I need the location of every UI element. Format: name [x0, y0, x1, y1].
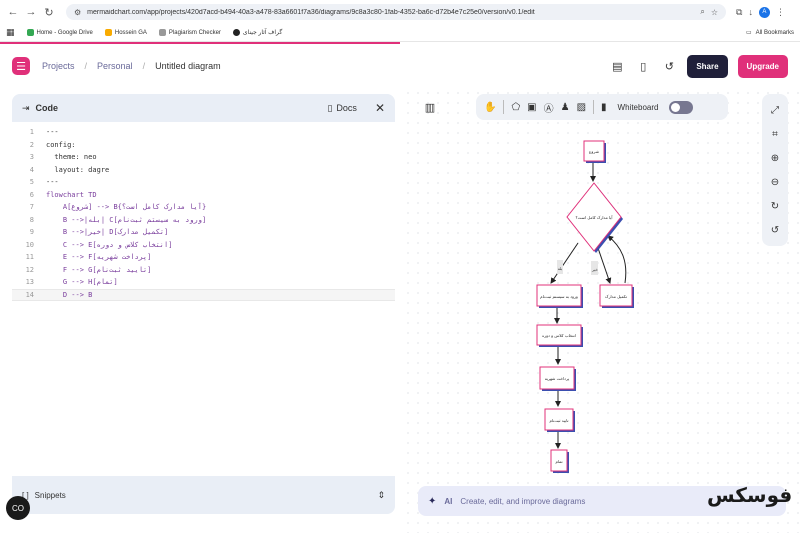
address-bar[interactable]: ⚙ mermaidchart.com/app/projects/420d7acd… — [66, 4, 726, 20]
bookmarks-bar: ▦ Home - Google Drive Hossein GA Plagiar… — [0, 24, 800, 42]
apps-grid-icon[interactable]: ▦ — [6, 27, 15, 38]
code-icon: ⇥ — [22, 102, 30, 113]
whiteboard-label: Whiteboard — [617, 102, 659, 112]
profile-avatar[interactable]: A — [758, 6, 770, 18]
code-line: D --> B — [46, 290, 93, 299]
chevron-updown-icon[interactable]: ⇕ — [377, 490, 385, 501]
close-icon[interactable]: ✕ — [375, 101, 385, 115]
undo-icon[interactable]: ↺ — [771, 225, 779, 236]
diagram-canvas[interactable]: بله خیر شروع آیا مدارک کامل است؟ ورود به… — [403, 88, 800, 533]
code-line: --- — [46, 178, 59, 187]
drive-icon — [26, 29, 34, 36]
canvas-toolbar: ✋ ⬠ ▣ Ⓐ ♟ ▨ ▮ Whiteboard — [476, 94, 728, 120]
app-header: ☰ Projects / Personal / Untitled diagram… — [0, 44, 800, 88]
breadcrumb-personal[interactable]: Personal — [97, 61, 133, 71]
ai-prompt-input[interactable]: Create, edit, and improve diagrams — [460, 497, 585, 506]
flowchart-diagram: بله خیر شروع آیا مدارک کامل است؟ ورود به… — [536, 140, 634, 473]
code-line: E --> F[پرداخت شهریه] — [46, 253, 152, 262]
site-info-icon[interactable]: ⚙ — [74, 8, 81, 17]
expand-icon[interactable]: ⤢ — [771, 105, 779, 116]
code-line: --- — [46, 128, 59, 137]
bookmark-star-icon[interactable]: ☆ — [711, 8, 718, 17]
browser-menu-icon[interactable]: ⋮ — [776, 7, 785, 18]
code-line: config: — [46, 140, 76, 149]
code-line: theme: neo — [46, 153, 97, 162]
zoom-icon[interactable]: ⌕ — [700, 7, 704, 17]
breadcrumb-projects[interactable]: Projects — [42, 61, 75, 71]
floating-co-button[interactable]: CO — [6, 496, 30, 520]
edge-label-yes: بله — [558, 266, 563, 271]
image-icon[interactable]: ▨ — [577, 102, 586, 113]
code-panel-header: ⇥ Code ▯ Docs ✕ — [12, 94, 395, 122]
zoom-out-icon[interactable]: ⊖ — [771, 177, 779, 188]
reload-icon[interactable]: ↻ — [42, 5, 56, 19]
node-h-label: تمام — [555, 459, 562, 464]
edge-b-d — [597, 247, 612, 284]
breadcrumb: Projects / Personal / Untitled diagram — [42, 61, 221, 71]
code-editor[interactable]: 1 --- 2 config: 3 theme: neo 4 layout: dag… — [12, 122, 395, 476]
docs-button[interactable]: ▯ Docs — [327, 103, 356, 114]
menu-icon[interactable]: ☰ — [12, 57, 30, 75]
node-c-label: ورود به سیستم ثبت‌نام — [540, 294, 578, 299]
ai-label: AI — [444, 496, 453, 506]
redo-icon[interactable]: ↻ — [771, 201, 779, 212]
back-icon[interactable]: ← — [6, 5, 20, 19]
node-e-label: انتخاب کلاس و دوره — [542, 333, 576, 338]
diagram-title[interactable]: Untitled diagram — [155, 61, 221, 71]
code-panel: ⇥ Code ▯ Docs ✕ 1 --- 2 config: 3 theme: ne… — [12, 94, 395, 514]
book-icon[interactable]: ▥ — [420, 97, 440, 117]
folder-icon: ▭ — [745, 30, 752, 36]
node-f-label: پرداخت شهریه — [545, 376, 570, 381]
edge-label-no: خیر — [591, 267, 598, 272]
download-icon[interactable]: ↓ — [748, 7, 753, 17]
snippets-section[interactable]: [ ] Snippets ⇕ — [12, 476, 395, 514]
url-text: mermaidchart.com/app/projects/420d7acd-b… — [87, 8, 535, 16]
code-line: A[شروع] --> B{آیا مدارک کامل است؟} — [46, 203, 207, 212]
edge-b-c — [550, 242, 579, 284]
code-title: Code — [35, 103, 59, 113]
whiteboard-toggle[interactable] — [669, 100, 694, 114]
edge-d-b — [607, 235, 627, 284]
comments-icon[interactable]: ▤ — [609, 58, 625, 74]
code-line: B -->|بله| C[ورود به سیستم ثبت‌نام] — [46, 215, 207, 224]
stamp-icon[interactable]: ♟ — [561, 102, 570, 113]
analytics-icon — [104, 29, 112, 36]
node-b-label: آیا مدارک کامل است؟ — [576, 215, 614, 220]
shapes-icon[interactable]: ⬠ — [511, 102, 520, 113]
paint-icon[interactable]: ▮ — [601, 102, 607, 113]
code-line: F --> G[تایید ثبت‌نام] — [46, 265, 152, 274]
code-line: C --> E[انتخاب کلاس و دوره] — [46, 240, 173, 249]
browser-toolbar: ← → ↻ ⚙ mermaidchart.com/app/projects/42… — [0, 0, 800, 24]
docs-book-icon: ▯ — [327, 102, 333, 113]
document-icon[interactable]: ▯ — [635, 58, 651, 74]
snippets-label: Snippets — [34, 490, 66, 500]
github-icon — [232, 29, 240, 36]
text-icon[interactable]: Ⓐ — [544, 100, 554, 115]
share-button[interactable]: Share — [687, 54, 728, 78]
forward-icon[interactable]: → — [24, 5, 38, 19]
bookmark-item[interactable]: گراف آثار جینای — [232, 29, 282, 36]
mermaid-ai-icon: ✦ — [428, 495, 437, 507]
bookmark-item[interactable]: Hossein GA — [104, 29, 147, 36]
bookmark-item[interactable]: Plagiarism Checker — [158, 29, 221, 36]
code-line: B -->|خیر| D[تکمیل مدارک] — [46, 228, 169, 237]
upgrade-button[interactable]: Upgrade — [737, 54, 788, 78]
zoom-in-icon[interactable]: ⊕ — [771, 153, 779, 164]
watermark-logo: فوسکس — [707, 483, 793, 507]
bookmark-item[interactable]: Home - Google Drive — [26, 29, 93, 36]
code-line: layout: dagre — [46, 165, 110, 174]
extensions-icon[interactable]: ⧉ — [736, 7, 742, 18]
code-line: flowchart TD — [46, 190, 97, 199]
node-g-label: تایید ثبت‌نام — [549, 418, 568, 423]
node-a-label: شروع — [589, 149, 600, 154]
node-d-label: تکمیل مدارک — [605, 294, 627, 299]
history-icon[interactable]: ↺ — [661, 58, 677, 74]
code-line: G --> H[تمام] — [46, 278, 118, 287]
fit-view-icon[interactable]: ⌗ — [772, 129, 778, 140]
hand-icon[interactable]: ✋ — [484, 102, 496, 113]
plagiarism-icon — [158, 29, 166, 36]
zoom-tools: ⤢ ⌗ ⊕ ⊖ ↻ ↺ — [762, 94, 788, 246]
square-icon[interactable]: ▣ — [527, 102, 536, 113]
all-bookmarks[interactable]: ▭ All Bookmarks — [745, 29, 794, 37]
